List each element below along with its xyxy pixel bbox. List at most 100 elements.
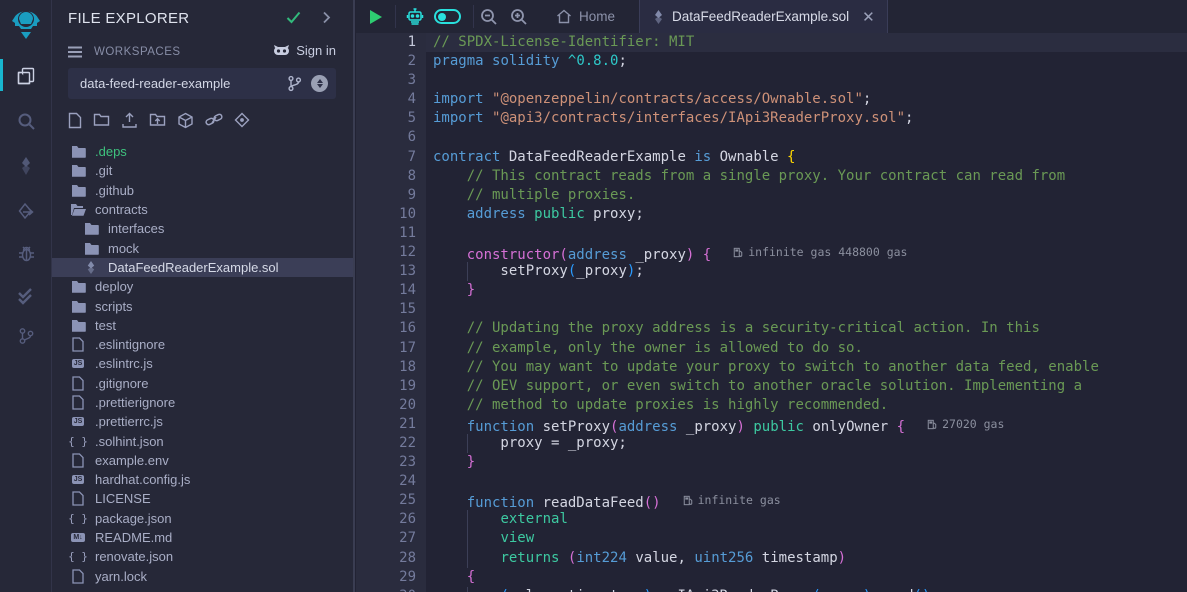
new-folder-icon[interactable] (93, 112, 110, 129)
line-number[interactable]: 9 (356, 186, 426, 205)
sort-circle-icon[interactable] (311, 75, 328, 92)
debugger-icon[interactable] (0, 236, 52, 270)
play-icon[interactable] (368, 0, 383, 33)
tree-item-.prettierrc.js[interactable]: JS.prettierrc.js (52, 412, 353, 431)
code-line-6[interactable]: 6 (356, 128, 1187, 147)
code-line-2[interactable]: 2pragma solidity ^0.8.0; (356, 52, 1187, 71)
line-number[interactable]: 23 (356, 453, 426, 472)
line-number[interactable]: 22 (356, 434, 426, 453)
code-line-27[interactable]: 27 view (356, 529, 1187, 548)
tree-item-package.json[interactable]: { }package.json (52, 509, 353, 528)
code-line-5[interactable]: 5import "@api3/contracts/interfaces/IApi… (356, 109, 1187, 128)
remix-logo[interactable] (7, 6, 45, 44)
line-number[interactable]: 15 (356, 300, 426, 319)
code-line-28[interactable]: 28 returns (int224 value, uint256 timest… (356, 549, 1187, 568)
close-icon[interactable]: ✕ (862, 8, 875, 26)
code-area[interactable]: 1// SPDX-License-Identifier: MIT2pragma … (356, 33, 1187, 592)
line-number[interactable]: 18 (356, 358, 426, 377)
tree-item-test[interactable]: test (52, 316, 353, 335)
zoom-out-icon[interactable] (480, 0, 498, 33)
tree-item-.git[interactable]: .git (52, 161, 353, 180)
upload-folder-icon[interactable] (149, 112, 166, 129)
line-number[interactable]: 27 (356, 529, 426, 548)
code-line-29[interactable]: 29 { (356, 568, 1187, 587)
code-line-18[interactable]: 18 // You may want to update your proxy … (356, 358, 1187, 377)
tree-item-mock[interactable]: mock (52, 238, 353, 257)
git-icon[interactable] (0, 319, 52, 353)
code-line-24[interactable]: 24 (356, 472, 1187, 491)
copilot-toggle[interactable] (434, 9, 461, 24)
tree-item-.deps[interactable]: .deps (52, 142, 353, 161)
tree-item-.gitignore[interactable]: .gitignore (52, 374, 353, 393)
tree-item-DataFeedReaderExample.sol[interactable]: DataFeedReaderExample.sol (52, 258, 353, 277)
code-line-20[interactable]: 20 // method to update proxies is highly… (356, 396, 1187, 415)
line-number[interactable]: 28 (356, 549, 426, 568)
new-file-icon[interactable] (68, 112, 82, 129)
code-line-16[interactable]: 16 // Updating the proxy address is a se… (356, 319, 1187, 338)
code-line-30[interactable]: 30 (value, timestamp) = IApi3ReaderProxy… (356, 587, 1187, 592)
code-line-11[interactable]: 11 (356, 224, 1187, 243)
tree-item-renovate.json[interactable]: { }renovate.json (52, 547, 353, 566)
code-line-26[interactable]: 26 external (356, 510, 1187, 529)
tree-item-scripts[interactable]: scripts (52, 296, 353, 315)
tree-item-hardhat.config.js[interactable]: JShardhat.config.js (52, 470, 353, 489)
git-branch-icon[interactable] (287, 75, 302, 92)
line-number[interactable]: 13 (356, 262, 426, 281)
ai-robot-icon[interactable] (406, 0, 424, 33)
link-icon[interactable] (205, 112, 223, 129)
line-number[interactable]: 11 (356, 224, 426, 243)
line-number[interactable]: 10 (356, 205, 426, 224)
line-number[interactable]: 29 (356, 568, 426, 587)
collapse-chevron-icon[interactable] (322, 11, 331, 24)
zoom-in-icon[interactable] (510, 0, 528, 33)
cube-icon[interactable] (177, 112, 194, 129)
tree-item-yarn.lock[interactable]: yarn.lock (52, 567, 353, 586)
code-line-19[interactable]: 19 // OEV support, or even switch to ano… (356, 377, 1187, 396)
code-line-8[interactable]: 8 // This contract reads from a single p… (356, 167, 1187, 186)
tree-item-.prettierignore[interactable]: .prettierignore (52, 393, 353, 412)
tree-item-deploy[interactable]: deploy (52, 277, 353, 296)
tree-item-.eslintrc.js[interactable]: JS.eslintrc.js (52, 354, 353, 373)
line-number[interactable]: 19 (356, 377, 426, 396)
line-number[interactable]: 8 (356, 167, 426, 186)
tree-item-README.md[interactable]: M↓README.md (52, 528, 353, 547)
code-line-12[interactable]: 12 constructor(address _proxy) {infinite… (356, 243, 1187, 262)
line-number[interactable]: 20 (356, 396, 426, 415)
code-line-15[interactable]: 15 (356, 300, 1187, 319)
file-explorer-icon[interactable] (0, 59, 52, 93)
code-line-9[interactable]: 9 // multiple proxies. (356, 186, 1187, 205)
line-number[interactable]: 14 (356, 281, 426, 300)
deploy-run-icon[interactable] (0, 194, 52, 228)
code-line-13[interactable]: 13 setProxy(_proxy); (356, 262, 1187, 281)
line-number[interactable]: 12 (356, 243, 426, 262)
tree-item-LICENSE[interactable]: LICENSE (52, 489, 353, 508)
line-number[interactable]: 4 (356, 90, 426, 109)
gist-icon[interactable] (234, 112, 250, 129)
code-line-10[interactable]: 10 address public proxy; (356, 205, 1187, 224)
tree-item-contracts[interactable]: contracts (52, 200, 353, 219)
hamburger-icon[interactable] (67, 45, 83, 59)
upload-file-icon[interactable] (121, 112, 138, 129)
code-line-7[interactable]: 7contract DataFeedReaderExample is Ownab… (356, 148, 1187, 167)
line-number[interactable]: 7 (356, 148, 426, 167)
line-number[interactable]: 25 (356, 491, 426, 510)
line-number[interactable]: 16 (356, 319, 426, 338)
code-line-22[interactable]: 22 proxy = _proxy; (356, 434, 1187, 453)
tree-item-interfaces[interactable]: interfaces (52, 219, 353, 238)
line-number[interactable]: 3 (356, 71, 426, 90)
line-number[interactable]: 6 (356, 128, 426, 147)
line-number[interactable]: 24 (356, 472, 426, 491)
search-icon[interactable] (0, 104, 52, 138)
workspace-select[interactable]: data-feed-reader-example (68, 68, 336, 99)
line-number[interactable]: 5 (356, 109, 426, 128)
code-line-17[interactable]: 17 // example, only the owner is allowed… (356, 339, 1187, 358)
code-line-14[interactable]: 14 } (356, 281, 1187, 300)
tab-active-file[interactable]: DataFeedReaderExample.sol ✕ (639, 0, 888, 33)
tree-item-.github[interactable]: .github (52, 181, 353, 200)
tree-item-.solhint.json[interactable]: { }.solhint.json (52, 431, 353, 450)
solidity-compiler-icon[interactable] (0, 149, 52, 183)
unit-testing-icon[interactable] (0, 279, 52, 313)
line-number[interactable]: 1 (356, 33, 426, 52)
tab-home[interactable]: Home (544, 0, 627, 33)
tree-item-example.env[interactable]: example.env (52, 451, 353, 470)
